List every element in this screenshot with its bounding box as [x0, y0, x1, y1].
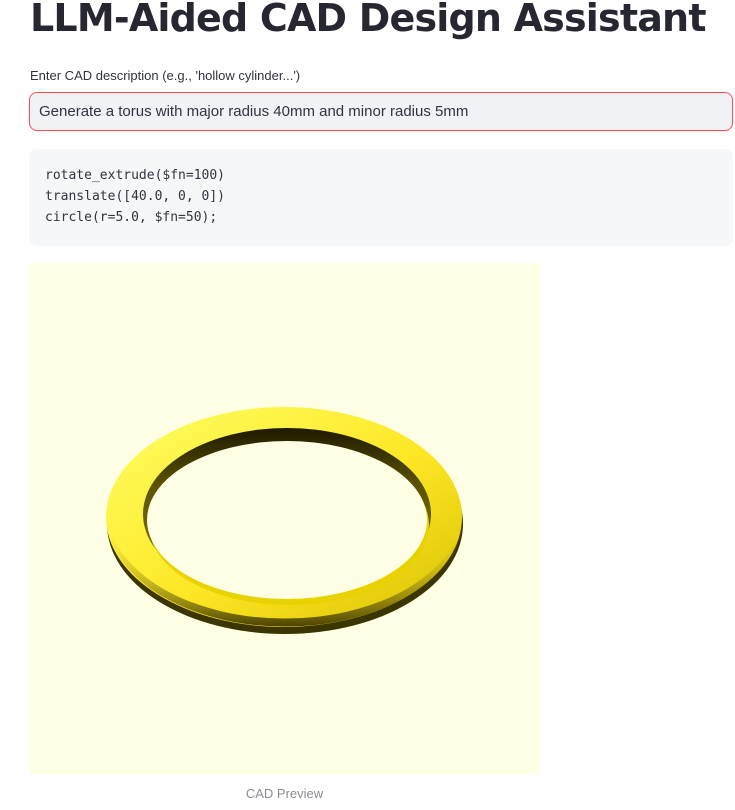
torus-hole: [147, 441, 427, 599]
code-line: circle(r=5.0, $fn=50);: [45, 210, 218, 225]
preview-caption: CAD Preview: [245, 786, 324, 801]
page-title: LLM-Aided CAD Design Assistant: [30, 0, 706, 40]
cad-preview-image: [29, 263, 540, 774]
cad-description-input[interactable]: [29, 92, 733, 131]
torus-render: [106, 407, 463, 634]
generated-code-block: rotate_extrude($fn=100) translate([40.0,…: [29, 149, 733, 246]
code-line: rotate_extrude($fn=100): [45, 168, 226, 183]
code-line: translate([40.0, 0, 0]): [45, 189, 226, 204]
description-input-label: Enter CAD description (e.g., 'hollow cyl…: [30, 68, 301, 83]
